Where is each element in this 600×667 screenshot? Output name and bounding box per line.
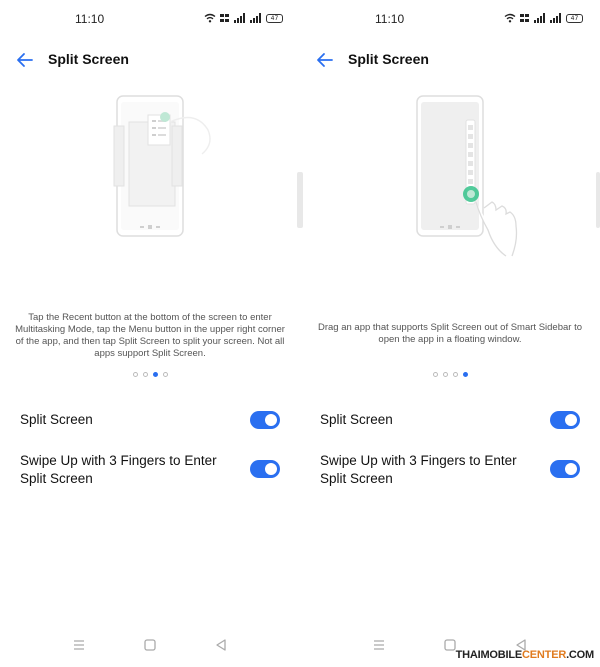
- page-indicator: [0, 372, 300, 377]
- setting-three-finger-label: Swipe Up with 3 Fingers to Enter Split S…: [320, 453, 517, 486]
- battery-icon: 47: [566, 13, 583, 23]
- status-bar: 11:10 47: [300, 10, 600, 28]
- home-icon[interactable]: [143, 638, 157, 652]
- watermark-accent: CENTER: [522, 649, 567, 661]
- toggle-knob: [565, 463, 577, 475]
- smart-sidebar-illustration: [416, 95, 518, 257]
- panel-left: 11:10 47 Split Screen Tap the Recent but…: [0, 0, 300, 667]
- split-screen-illustration: [113, 95, 211, 237]
- three-finger-toggle[interactable]: [250, 460, 280, 478]
- watermark-suffix: .COM: [566, 649, 594, 661]
- signal-icon: [534, 13, 545, 23]
- signal-icon: [234, 13, 245, 23]
- setting-split-screen-label: Split Screen: [20, 412, 93, 427]
- status-icons: 47: [204, 13, 283, 23]
- network-type-icon: [220, 14, 229, 22]
- page-indicator: [300, 372, 600, 377]
- page-dot-4-active[interactable]: [462, 372, 468, 377]
- signal-icon: [250, 13, 261, 23]
- app-bar: Split Screen: [300, 47, 600, 73]
- status-bar: 11:10 47: [0, 10, 300, 28]
- app-bar: Split Screen: [0, 47, 300, 73]
- page-title: Split Screen: [348, 51, 429, 67]
- wifi-icon: [204, 13, 216, 23]
- split-screen-toggle[interactable]: [550, 411, 580, 429]
- page-dot-2[interactable]: [142, 372, 148, 377]
- description-text: Tap the Recent button at the bottom of t…: [15, 312, 285, 359]
- watermark-brand: THAIMOBILE: [455, 649, 523, 661]
- page-edge-indicator: [300, 172, 303, 228]
- triangle-back-icon[interactable]: [214, 638, 228, 652]
- menu-icon[interactable]: [372, 638, 386, 652]
- page-dot-3-active[interactable]: [152, 372, 158, 377]
- status-icons: 47: [504, 13, 583, 23]
- status-time: 11:10: [375, 12, 405, 26]
- system-nav-bar: [0, 638, 300, 658]
- panel-right: 11:10 47 Split Screen Drag an app that s…: [300, 0, 600, 667]
- site-watermark: THAIMOBILECENTER.COM: [455, 649, 595, 661]
- page-dot-2[interactable]: [442, 372, 448, 377]
- toggle-knob: [265, 414, 277, 426]
- battery-icon: 47: [266, 13, 283, 23]
- toggle-knob: [565, 414, 577, 426]
- setting-three-finger-label: Swipe Up with 3 Fingers to Enter Split S…: [20, 453, 217, 486]
- split-screen-toggle[interactable]: [250, 411, 280, 429]
- status-time: 11:10: [75, 12, 105, 26]
- toggle-knob: [265, 463, 277, 475]
- menu-icon[interactable]: [72, 638, 86, 652]
- page-dot-1[interactable]: [432, 372, 438, 377]
- setting-split-screen-label: Split Screen: [320, 412, 393, 427]
- page-dot-4[interactable]: [162, 372, 168, 377]
- arrow-left-icon[interactable]: [314, 49, 336, 71]
- network-type-icon: [520, 14, 529, 22]
- page-title: Split Screen: [48, 51, 129, 67]
- signal-icon: [550, 13, 561, 23]
- description-text: Drag an app that supports Split Screen o…: [317, 322, 583, 345]
- page-dot-1[interactable]: [132, 372, 138, 377]
- page-edge-indicator: [596, 172, 600, 228]
- page-dot-3[interactable]: [452, 372, 458, 377]
- wifi-icon: [504, 13, 516, 23]
- three-finger-toggle[interactable]: [550, 460, 580, 478]
- arrow-left-icon[interactable]: [14, 49, 36, 71]
